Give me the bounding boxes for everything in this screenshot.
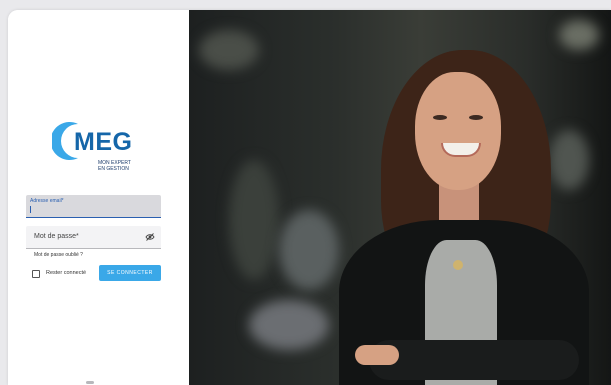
eye-slash-icon[interactable] (145, 232, 155, 242)
text-cursor (30, 206, 31, 213)
logo-tagline: MON EXPERT EN GESTION (98, 160, 131, 172)
password-field[interactable]: Mot de passe* (26, 226, 161, 249)
person-eye-right (469, 115, 483, 120)
password-placeholder: Mot de passe* (34, 233, 79, 240)
hero-photo (189, 10, 611, 385)
scroll-indicator-icon (86, 381, 94, 384)
login-button[interactable]: SE CONNECTER (99, 265, 161, 281)
person-eye-left (433, 115, 447, 120)
person-face (415, 72, 501, 190)
person-crossed-arms (369, 340, 579, 380)
bokeh-light (249, 300, 329, 350)
login-panel: MEG MON EXPERT EN GESTION Adresse email*… (8, 10, 189, 385)
meg-logo: MEG MON EXPERT EN GESTION (52, 120, 142, 180)
bokeh-light (279, 210, 339, 290)
logo-text: MEG (74, 128, 133, 156)
remember-me-checkbox[interactable] (32, 270, 40, 278)
bokeh-light (229, 160, 279, 280)
necklace-pendant (453, 260, 463, 270)
app-window: MEG MON EXPERT EN GESTION Adresse email*… (8, 10, 611, 385)
bokeh-light (549, 130, 589, 190)
remember-me-label: Rester connecté (46, 270, 87, 276)
bokeh-light (199, 30, 259, 70)
bokeh-light (559, 20, 599, 50)
email-field[interactable]: Adresse email* (26, 195, 161, 218)
forgot-password-link[interactable]: Mot de passe oublié ? (34, 252, 83, 258)
logo-tagline-line2: EN GESTION (98, 166, 129, 172)
person-hand (355, 345, 399, 365)
email-label: Adresse email* (30, 198, 64, 204)
